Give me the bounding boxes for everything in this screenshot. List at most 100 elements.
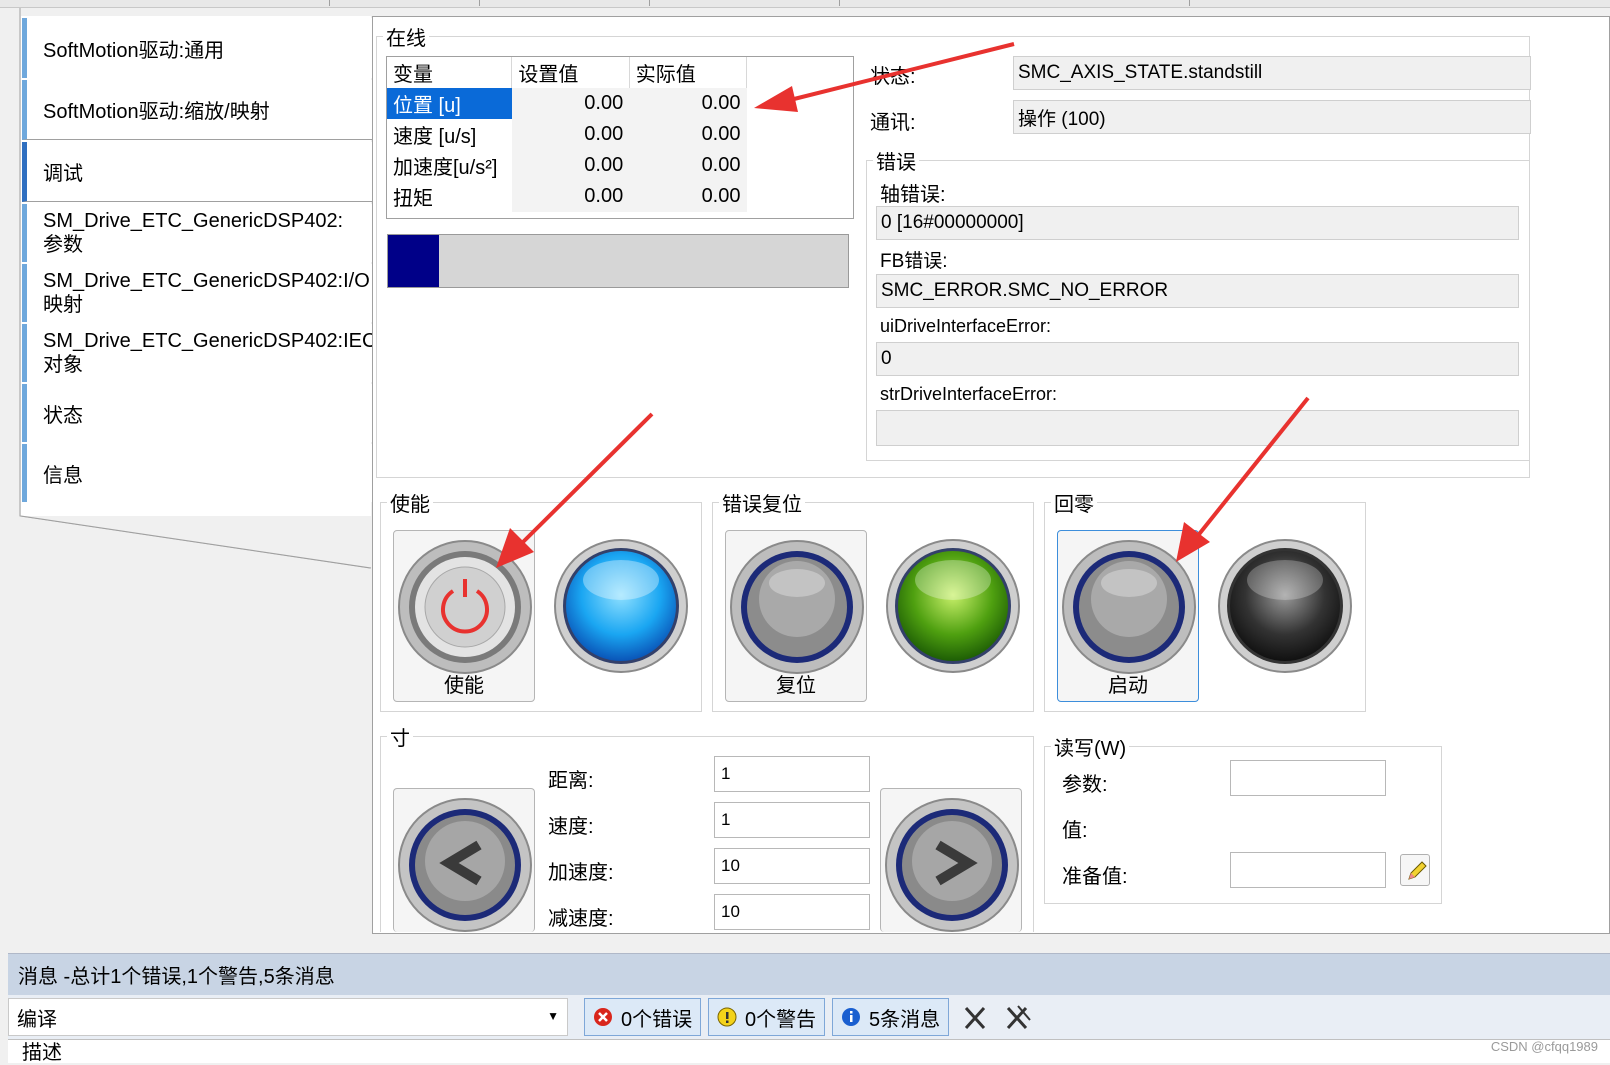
reset-led-green (886, 539, 1020, 673)
top-tab[interactable] (330, 0, 480, 6)
top-tab-strip (0, 0, 1610, 8)
tab-label: SoftMotion驱动:通用 (43, 39, 225, 62)
progress-fill (388, 235, 439, 287)
jog-speed-input[interactable]: 1 (714, 802, 870, 838)
tab-label: 信息 (43, 464, 83, 487)
clear-all-messages-button[interactable] (1000, 1002, 1036, 1034)
fb-error-field: SMC_ERROR.SMC_NO_ERROR (876, 274, 1519, 308)
start-button-knob-icon (1062, 540, 1196, 674)
online-table: 变量 设置值 实际值 位置 [u] 0.00 0.00 速度 [u/s] 0.0… (386, 56, 854, 219)
message-source-value: 编译 (17, 1008, 57, 1031)
jog-right-button[interactable] (880, 788, 1022, 932)
error-reset-legend: 错误复位 (722, 494, 802, 516)
enable-led-blue (554, 539, 688, 673)
jog-decel-input[interactable]: 10 (714, 894, 870, 930)
description-column-header: 描述 (22, 1042, 62, 1064)
jog-distance-input[interactable]: 1 (714, 756, 870, 792)
row-actual: 0.00 (629, 181, 747, 212)
state-label: 状态: (870, 66, 916, 88)
tab-dsp402-iec[interactable]: SM_Drive_ETC_GenericDSP402:IEC对象 (22, 324, 377, 382)
prepare-value-label: 准备值: (1062, 866, 1128, 888)
tab-dsp402-io[interactable]: SM_Drive_ETC_GenericDSP402:I/O映射 (22, 264, 372, 322)
tab-softmotion-general[interactable]: SoftMotion驱动:通用 (22, 18, 372, 78)
clear-messages-button[interactable] (958, 1002, 992, 1034)
prepare-value-input[interactable] (1230, 852, 1386, 888)
table-row[interactable]: 扭矩 0.00 0.00 (387, 181, 747, 212)
jog-speed-label: 速度: (548, 816, 594, 838)
col-set-value: 设置值 (511, 57, 630, 88)
errors-count: 0个错误 (621, 1008, 693, 1031)
online-values-table: 变量 设置值 实际值 位置 [u] 0.00 0.00 速度 [u/s] 0.0… (387, 57, 748, 212)
str-error-field (876, 410, 1519, 446)
row-set: 0.00 (511, 88, 630, 119)
chevron-down-icon: ▼ (547, 1009, 559, 1023)
homing-start-button[interactable]: 启动 (1057, 530, 1199, 702)
error-legend: 错误 (876, 152, 916, 174)
tab-label: 调试 (43, 163, 83, 185)
table-row[interactable]: 加速度[u/s²] 0.00 0.00 (387, 150, 747, 181)
tab-label: 状态 (43, 404, 83, 427)
row-actual: 0.00 (629, 150, 747, 181)
online-legend: 在线 (386, 28, 426, 50)
readwrite-legend: 读写(W) (1054, 738, 1127, 760)
write-value-button[interactable] (1400, 854, 1430, 886)
jog-right-icon (885, 798, 1019, 932)
top-tab[interactable] (840, 0, 1190, 6)
jog-decel-label: 减速度: (548, 908, 614, 930)
ui-error-label: uiDriveInterfaceError: (880, 316, 1052, 336)
table-header-row: 变量 设置值 实际值 (387, 57, 748, 88)
info-icon (842, 1008, 860, 1026)
messages-header: 消息 -总计1个错误,1个警告,5条消息 (8, 953, 1610, 995)
tab-label: SM_Drive_ETC_GenericDSP402:I/O映射 (43, 270, 370, 316)
param-label: 参数: (1062, 774, 1108, 796)
top-tab[interactable] (480, 0, 650, 6)
pencil-icon (1408, 861, 1427, 880)
errors-filter-button[interactable]: 0个错误 (584, 998, 702, 1036)
table-row[interactable]: 速度 [u/s] 0.00 0.00 (387, 119, 747, 150)
enable-button[interactable]: 使能 (393, 530, 535, 702)
col-actual-value: 实际值 (629, 57, 748, 88)
warnings-filter-button[interactable]: 0个警告 (708, 998, 826, 1036)
top-tab[interactable] (60, 0, 330, 6)
tab-info[interactable]: 信息 (22, 444, 372, 502)
tab-debug[interactable]: 调试 (22, 142, 374, 202)
tab-status[interactable]: 状态 (22, 384, 372, 442)
close-icon (964, 1006, 986, 1030)
jog-accel-input[interactable]: 10 (714, 848, 870, 884)
tab-label: SM_Drive_ETC_GenericDSP402:IEC对象 (43, 330, 377, 376)
tab-label: SoftMotion驱动:缩放/映射 (43, 101, 270, 123)
comm-field: 操作 (100) (1013, 100, 1531, 134)
row-name: 速度 [u/s] (393, 126, 477, 148)
messages-title: 消息 -总计1个错误,1个警告,5条消息 (18, 966, 335, 988)
message-source-select[interactable]: 编译 ▼ (8, 998, 568, 1036)
top-tab[interactable] (650, 0, 840, 6)
axis-error-label: 轴错误: (880, 184, 946, 206)
tab-label: SM_Drive_ETC_GenericDSP402:参数 (43, 210, 344, 256)
row-name: 位置 [u] (387, 88, 512, 119)
watermark: CSDN @cfqq1989 (1490, 1039, 1598, 1054)
error-icon (594, 1008, 612, 1026)
state-field: SMC_AXIS_STATE.standstill (1013, 56, 1531, 90)
tab-softmotion-scaling[interactable]: SoftMotion驱动:缩放/映射 (22, 80, 372, 140)
reset-button-label: 复位 (776, 675, 816, 697)
homing-led-gray (1218, 539, 1352, 673)
jog-left-button[interactable] (393, 788, 535, 932)
info-filter-button[interactable]: 5条消息 (832, 998, 950, 1036)
row-set: 0.00 (511, 150, 630, 181)
messages-list-header: 描述 (8, 1039, 1610, 1064)
info-count: 5条消息 (869, 1008, 941, 1031)
table-row[interactable]: 位置 [u] 0.00 0.00 (387, 88, 747, 119)
value-label: 值: (1062, 820, 1088, 842)
param-input[interactable] (1230, 760, 1386, 796)
warnings-count: 0个警告 (745, 1008, 817, 1031)
reset-button[interactable]: 复位 (725, 530, 867, 702)
jog-legend: 寸 (390, 728, 410, 750)
row-name: 扭矩 (393, 188, 433, 210)
tab-dsp402-params[interactable]: SM_Drive_ETC_GenericDSP402:参数 (22, 204, 372, 262)
axis-error-field: 0 [16#00000000] (876, 206, 1519, 240)
enable-legend: 使能 (390, 494, 430, 516)
row-set: 0.00 (511, 119, 630, 150)
jog-accel-label: 加速度: (548, 862, 614, 884)
row-actual: 0.00 (629, 119, 747, 150)
homing-legend: 回零 (1054, 494, 1094, 516)
